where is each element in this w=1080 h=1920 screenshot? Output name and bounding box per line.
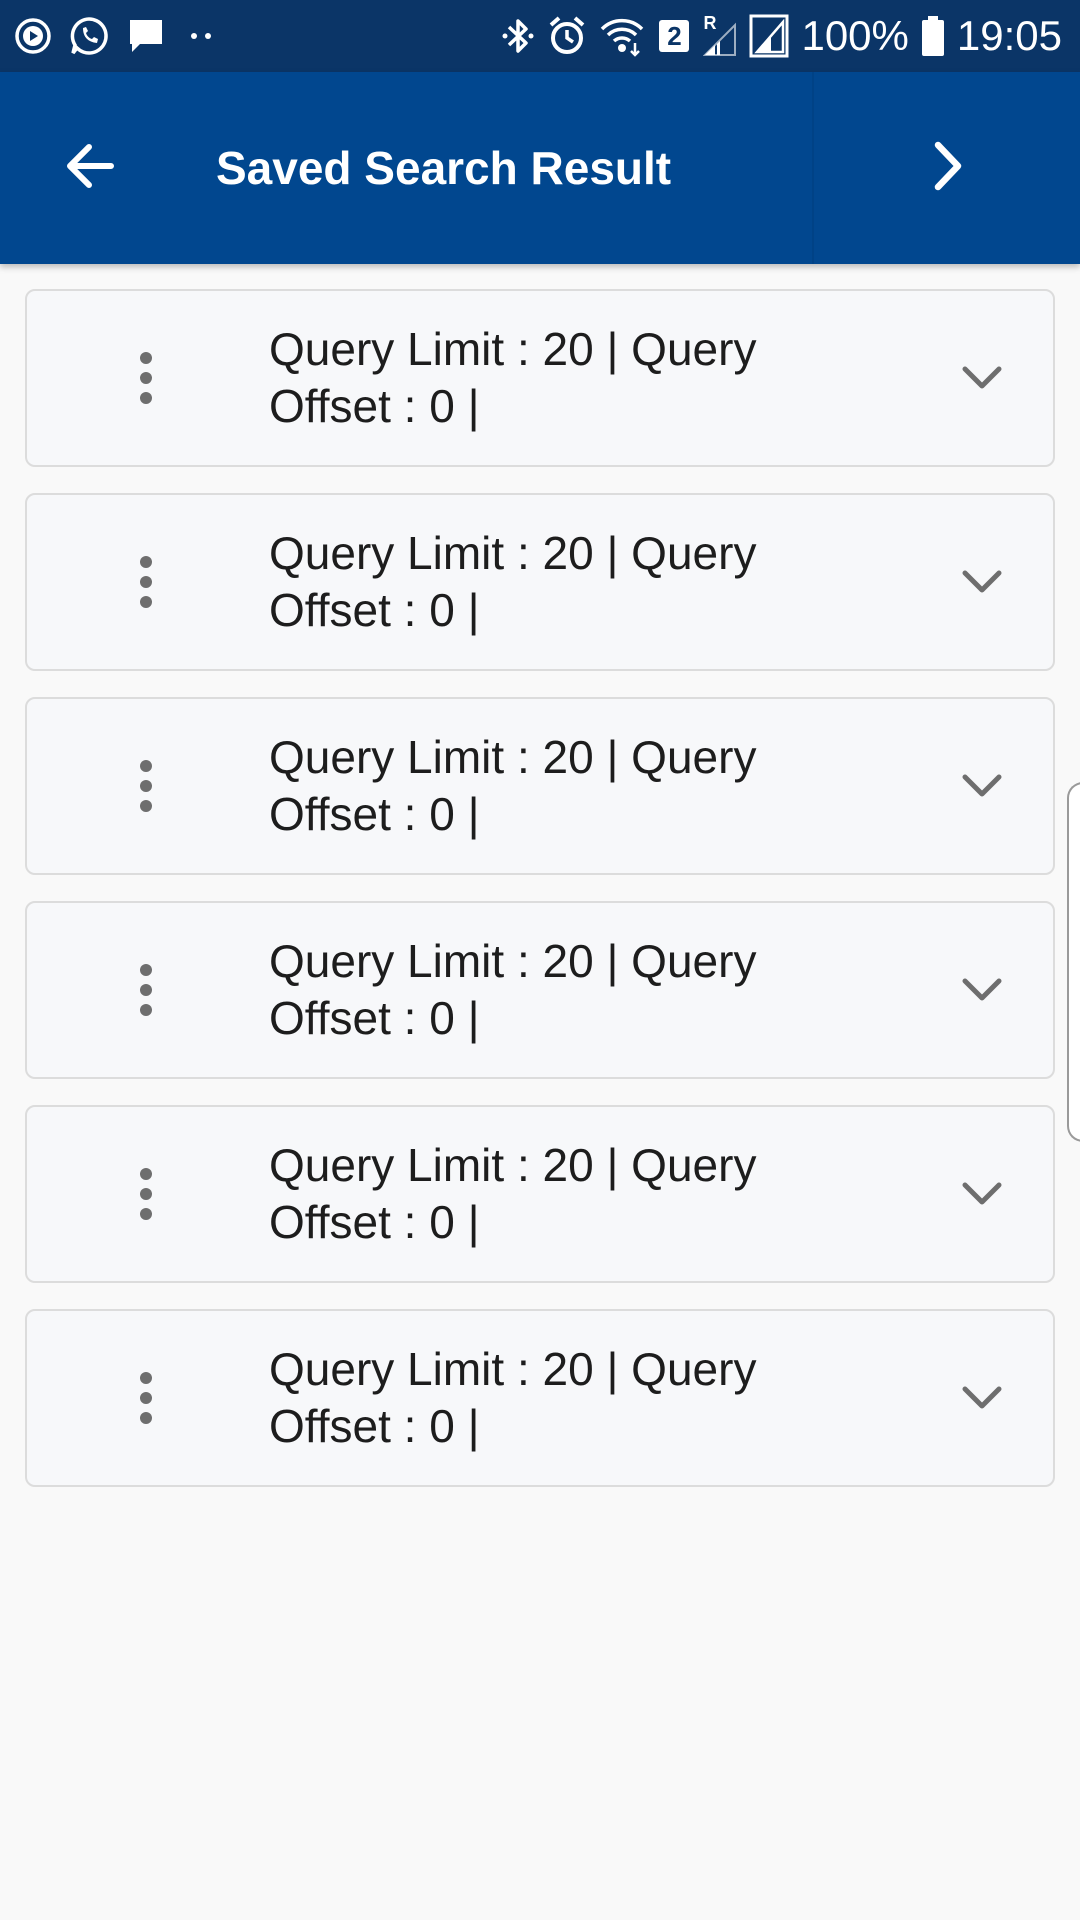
sim-badge-number: 2 [667,20,682,51]
media-play-icon [14,17,52,55]
whatsapp-icon [68,15,110,57]
chevron-down-icon [960,1179,1004,1214]
result-summary: Query Limit : 20 | Query Offset : 0 | [269,527,757,636]
signal-roaming-icon: R [703,13,737,57]
chevron-down-icon [960,567,1004,602]
app-bar: Saved Search Result [0,72,1080,264]
card-menu-button[interactable] [122,1365,170,1435]
battery-icon [921,15,945,57]
chevron-down-icon [960,975,1004,1010]
roaming-label: R [703,13,717,33]
card-menu-button[interactable] [122,345,170,415]
result-summary: Query Limit : 20 | Query Offset : 0 | [269,731,757,840]
expand-button[interactable] [947,1161,1017,1231]
result-summary: Query Limit : 20 | Query Offset : 0 | [269,935,757,1044]
result-card[interactable]: Query Limit : 20 | Query Offset : 0 | [25,901,1055,1079]
more-vertical-icon [136,1370,156,1431]
signal-icon [749,14,789,58]
alarm-icon [547,15,587,57]
result-summary: Query Limit : 20 | Query Offset : 0 | [269,323,757,432]
sim-2-icon: 2 [657,18,691,54]
clock-time: 19:05 [956,12,1062,59]
card-menu-button[interactable] [122,753,170,823]
card-menu-button[interactable] [122,1161,170,1231]
more-dots-icon [182,26,222,46]
result-card[interactable]: Query Limit : 20 | Query Offset : 0 | [25,1309,1055,1487]
expand-button[interactable] [947,1365,1017,1435]
expand-button[interactable] [947,549,1017,619]
edge-panel-handle[interactable] [1067,782,1080,1142]
wifi-icon [599,15,645,57]
result-summary: Query Limit : 20 | Query Offset : 0 | [269,1139,757,1248]
arrow-left-icon [63,139,117,198]
more-vertical-icon [136,1166,156,1227]
more-vertical-icon [136,962,156,1023]
app-bar-divider [812,72,814,264]
more-vertical-icon [136,350,156,411]
back-button[interactable] [40,118,140,218]
result-card[interactable]: Query Limit : 20 | Query Offset : 0 | [25,1105,1055,1283]
chevron-down-icon [960,1383,1004,1418]
bluetooth-icon [501,15,535,57]
result-card[interactable]: Query Limit : 20 | Query Offset : 0 | [25,493,1055,671]
forward-button[interactable] [898,118,998,218]
result-card[interactable]: Query Limit : 20 | Query Offset : 0 | [25,697,1055,875]
message-icon [126,16,166,56]
more-vertical-icon [136,554,156,615]
status-bar-left [14,0,222,72]
status-bar: 2 R 100% 19:05 [0,0,1080,72]
chevron-right-icon [928,139,968,198]
result-card[interactable]: Query Limit : 20 | Query Offset : 0 | [25,289,1055,467]
expand-button[interactable] [947,345,1017,415]
chevron-down-icon [960,771,1004,806]
card-menu-button[interactable] [122,957,170,1027]
status-bar-right: 2 R 100% 19:05 [501,0,1062,72]
card-menu-button[interactable] [122,549,170,619]
saved-search-results-list: Query Limit : 20 | Query Offset : 0 | Qu… [25,289,1055,1513]
result-summary: Query Limit : 20 | Query Offset : 0 | [269,1343,757,1452]
page-title: Saved Search Result [216,142,672,194]
expand-button[interactable] [947,957,1017,1027]
chevron-down-icon [960,363,1004,398]
battery-percentage: 100% [801,12,909,59]
more-vertical-icon [136,758,156,819]
expand-button[interactable] [947,753,1017,823]
